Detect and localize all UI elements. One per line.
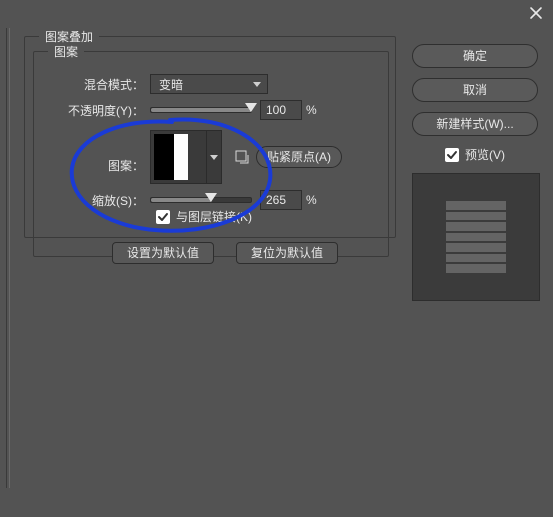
set-default-button[interactable]: 设置为默认值: [112, 242, 214, 264]
label-scale: 缩放(S)：: [34, 192, 150, 209]
pattern-picker-chevron[interactable]: [206, 131, 221, 183]
scale-slider[interactable]: [150, 197, 252, 203]
preview-pattern-stripes: [446, 201, 506, 273]
reset-default-button[interactable]: 复位为默认值: [236, 242, 338, 264]
blend-mode-value: 变暗: [159, 76, 183, 93]
label-pattern: 图案：: [34, 141, 150, 174]
opacity-input[interactable]: 100: [260, 100, 302, 120]
new-pattern-icon[interactable]: [234, 149, 250, 165]
preview-checkbox[interactable]: [445, 148, 459, 162]
scale-unit: %: [306, 193, 317, 207]
pattern-picker[interactable]: [150, 130, 222, 184]
opacity-slider[interactable]: [150, 107, 252, 113]
close-icon[interactable]: [529, 6, 543, 20]
chevron-down-icon: [253, 82, 261, 87]
left-edge-line: [6, 28, 10, 488]
row-link-layer: 与图层链接(K): [156, 208, 252, 225]
pattern-swatch: [154, 134, 203, 180]
label-blend-mode: 混合模式：: [34, 76, 150, 93]
preview-thumbnail: [412, 173, 540, 301]
label-opacity: 不透明度(Y)：: [34, 102, 150, 119]
groupbox-pattern-overlay: 图案叠加 图案 混合模式： 变暗 不透明度(Y)： 100 %: [24, 36, 396, 238]
chevron-down-icon: [210, 155, 218, 160]
groupbox-title-inner: 图案: [48, 43, 84, 60]
blend-mode-select[interactable]: 变暗: [150, 74, 268, 94]
link-layer-label: 与图层链接(K): [176, 208, 252, 225]
row-scale: 缩放(S)： 265 %: [34, 190, 388, 210]
opacity-unit: %: [306, 103, 317, 117]
row-blend-mode: 混合模式： 变暗: [34, 74, 388, 94]
preview-toggle-row: 预览(V): [412, 146, 538, 163]
preview-label: 预览(V): [465, 146, 505, 163]
row-pattern: 图案： 贴紧原点(A): [34, 130, 388, 184]
scale-input[interactable]: 265: [260, 190, 302, 210]
new-style-button[interactable]: 新建样式(W)...: [412, 112, 538, 136]
link-layer-checkbox[interactable]: [156, 210, 170, 224]
row-default-buttons: 设置为默认值 复位为默认值: [112, 242, 338, 264]
dialog-window: 确定 取消 新建样式(W)... 预览(V) 图案叠加 图案 混合模式： 变暗: [0, 0, 553, 517]
right-button-column: 确定 取消 新建样式(W)... 预览(V): [412, 44, 538, 301]
row-opacity: 不透明度(Y)： 100 %: [34, 100, 388, 120]
groupbox-pattern: 图案 混合模式： 变暗 不透明度(Y)： 100 %: [33, 51, 389, 257]
snap-origin-button[interactable]: 贴紧原点(A): [256, 146, 342, 168]
ok-button[interactable]: 确定: [412, 44, 538, 68]
cancel-button[interactable]: 取消: [412, 78, 538, 102]
